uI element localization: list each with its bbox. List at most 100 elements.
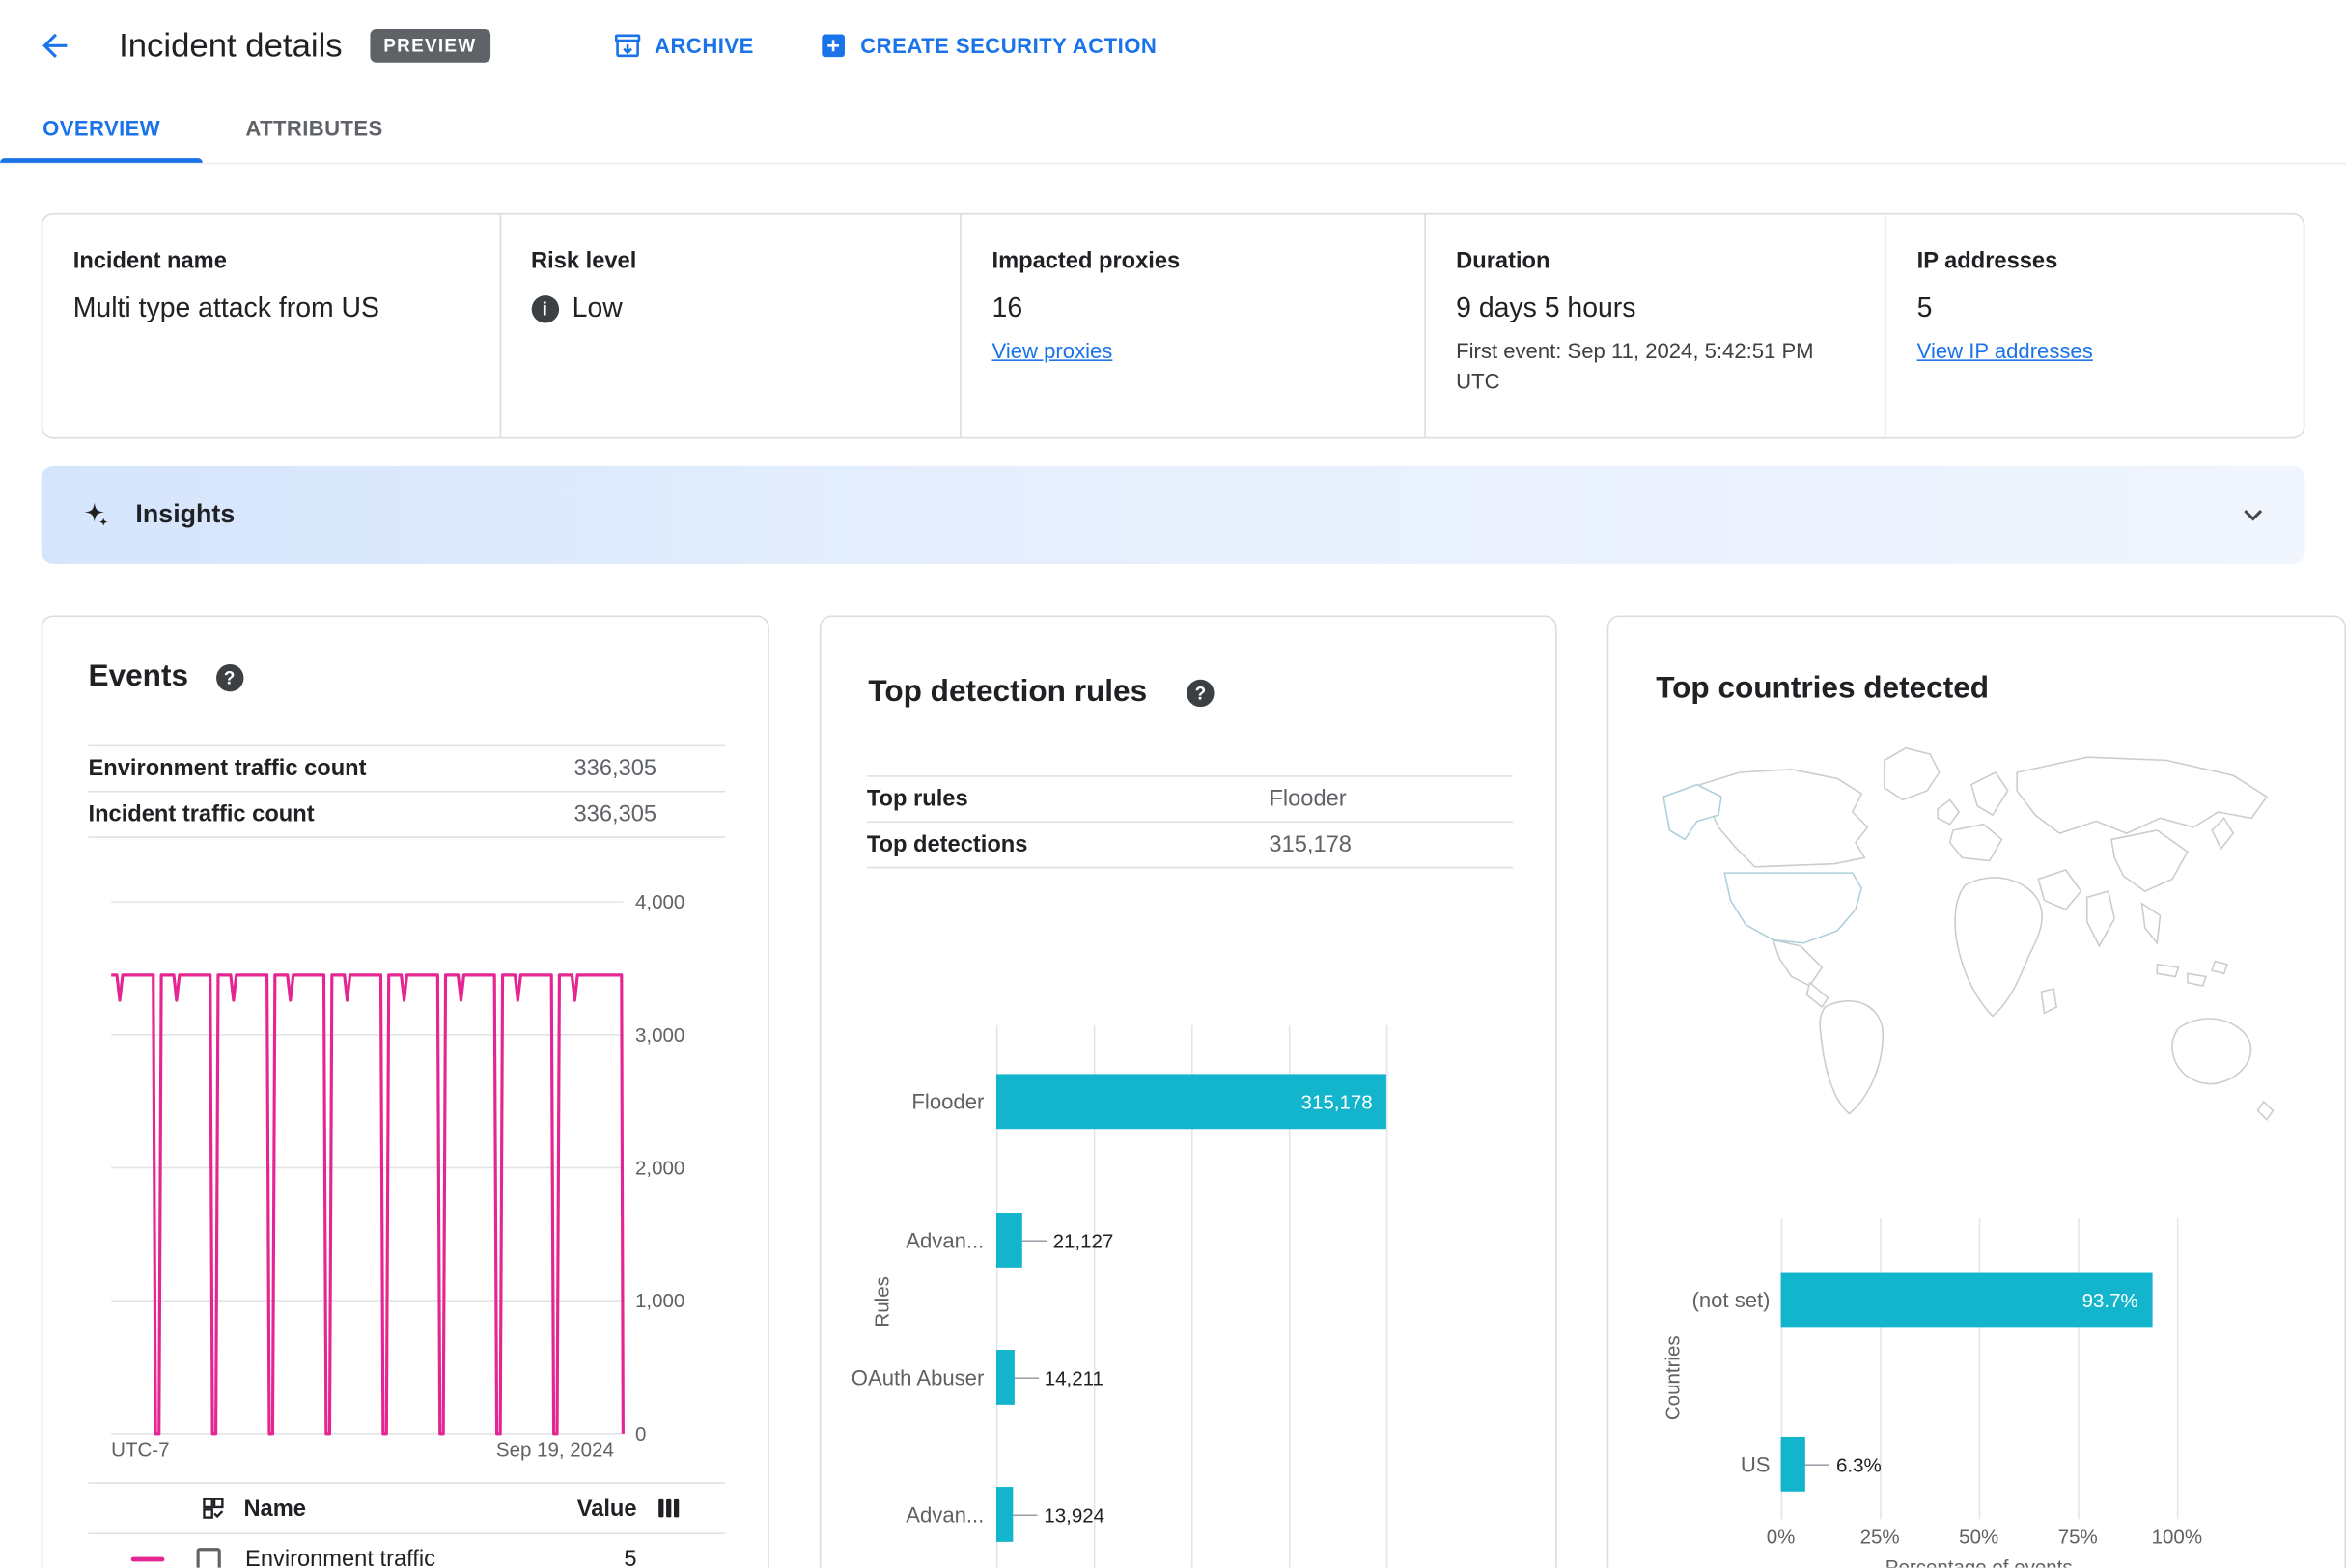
- stat-value: Flooder: [1269, 786, 1347, 813]
- help-icon[interactable]: ?: [1187, 678, 1215, 707]
- archive-button-label: ARCHIVE: [655, 33, 754, 58]
- tab-bar: OVERVIEW ATTRIBUTES: [0, 91, 2346, 165]
- legend-row: Environment traffic 5: [89, 1547, 726, 1568]
- chart-gridline: [1385, 1024, 1388, 1568]
- info-icon[interactable]: i: [531, 294, 559, 322]
- stat-label: Top rules: [866, 786, 968, 813]
- countries-y-axis-label: Countries: [1661, 1335, 1685, 1421]
- top-countries-card: Top countries detected 0% 25% 50% 75% 10…: [1606, 615, 2346, 1568]
- bar-advan-: [995, 1487, 1014, 1542]
- bar-value-label: 14,211: [1044, 1366, 1103, 1390]
- map-region-alaska: [1662, 783, 1722, 841]
- chart-gridline: [2176, 1218, 2179, 1520]
- value-connector-line: [1014, 1377, 1039, 1380]
- add-box-icon: [822, 34, 845, 58]
- bar-value-label: 93.7%: [2081, 1288, 2138, 1312]
- tab-attributes[interactable]: ATTRIBUTES: [203, 92, 426, 163]
- x-tick-label: 25%: [1859, 1525, 1900, 1549]
- insights-label: Insights: [135, 499, 236, 529]
- events-y-tick-label: 2,000: [635, 1158, 684, 1180]
- stat-value: 315,178: [1269, 831, 1352, 858]
- stat-row: Top rules Flooder: [866, 777, 1513, 824]
- events-line-chart: 0 1,000 2,000 3,000 4,000 UTC-7 Sep 19, 2024: [111, 891, 684, 1461]
- field-value: Multi type attack from US: [72, 292, 380, 323]
- events-y-tick-label: 1,000: [635, 1290, 684, 1312]
- incident-summary-card: Incident name Multi type attack from US …: [41, 212, 2305, 439]
- events-card-title: Events: [88, 659, 189, 693]
- rules-card-title: Top detection rules: [868, 675, 1148, 709]
- series-checkbox[interactable]: [196, 1547, 221, 1568]
- top-detection-rules-card: Top detection rules ? Top rules Flooder …: [819, 615, 1557, 1568]
- bar-us: [1780, 1436, 1806, 1492]
- events-x-axis-left-label: UTC-7: [111, 1439, 169, 1461]
- view-proxies-link[interactable]: View proxies: [992, 338, 1113, 362]
- value-connector-line: [1013, 1514, 1039, 1517]
- field-value: 9 days 5 hours: [1456, 292, 1636, 323]
- field-value: Low: [572, 292, 623, 323]
- x-tick-label: 0%: [1766, 1525, 1796, 1549]
- stat-row: Environment traffic count 336,305: [88, 746, 726, 793]
- summary-ip-addresses: IP addresses 5 View IP addresses: [1885, 214, 2303, 437]
- series-value: 5: [624, 1546, 637, 1568]
- preview-badge: PREVIEW: [370, 28, 490, 63]
- insights-expander[interactable]: Insights: [41, 465, 2305, 564]
- bar-category-label: Advan...: [906, 1501, 985, 1526]
- field-label: Impacted proxies: [991, 248, 1181, 275]
- x-tick-label: 100%: [2151, 1525, 2203, 1549]
- series-name: Environment traffic: [245, 1546, 435, 1568]
- bar-value-label: 315,178: [1300, 1090, 1373, 1114]
- incident-details-page: Incident details PREVIEW ARCHIVE CREATE …: [0, 0, 2346, 1568]
- legend-name-header: Name: [243, 1495, 306, 1522]
- series-color-swatch: [130, 1556, 165, 1562]
- stat-row: Top detections 315,178: [866, 823, 1513, 869]
- archive-button[interactable]: ARCHIVE: [612, 31, 754, 62]
- stat-label: Environment traffic count: [88, 755, 367, 782]
- events-stats-table: Environment traffic count 336,305 Incide…: [88, 744, 726, 838]
- stat-label: Top detections: [866, 831, 1028, 858]
- value-connector-line: [1805, 1464, 1830, 1466]
- tab-overview[interactable]: OVERVIEW: [0, 92, 204, 163]
- stat-value: 336,305: [573, 800, 657, 827]
- bar-category-label: Advan...: [906, 1227, 985, 1252]
- chart-gridline: [1978, 1218, 1981, 1520]
- page-title: Incident details: [119, 25, 343, 65]
- summary-risk-level: Risk level i Low: [498, 214, 960, 437]
- rules-y-axis-label: Rules: [870, 1276, 894, 1328]
- bar-value-label: 21,127: [1052, 1229, 1114, 1253]
- events-series-line: [111, 973, 625, 1436]
- help-icon[interactable]: ?: [215, 663, 243, 691]
- bar-value-label: 13,924: [1044, 1503, 1105, 1527]
- events-y-tick-label: 3,000: [635, 1024, 684, 1047]
- summary-impacted-proxies: Impacted proxies 16 View proxies: [960, 214, 1424, 437]
- legend-grid-icon[interactable]: [200, 1495, 227, 1522]
- chevron-down-icon[interactable]: [2235, 496, 2272, 533]
- column-filter-icon[interactable]: [654, 1493, 684, 1524]
- field-label: Incident name: [72, 248, 227, 275]
- back-button[interactable]: [31, 21, 79, 70]
- field-value: 5: [1916, 292, 1933, 323]
- view-ip-addresses-link[interactable]: View IP addresses: [1917, 338, 2093, 362]
- events-card: Events ? Environment traffic count 336,3…: [41, 615, 769, 1568]
- map-region-us: [1723, 872, 1863, 944]
- events-y-tick-label: 0: [635, 1423, 646, 1445]
- field-label: Duration: [1456, 248, 1550, 275]
- bar-value-label: 6.3%: [1835, 1453, 1882, 1477]
- bar-oauth-abuser: [995, 1350, 1015, 1405]
- chart-gridline: [2078, 1218, 2080, 1520]
- create-security-action-button[interactable]: CREATE SECURITY ACTION: [818, 31, 1157, 62]
- summary-duration: Duration 9 days 5 hours First event: Sep…: [1424, 214, 1885, 437]
- bar-category-label: OAuth Abuser: [851, 1364, 985, 1389]
- events-x-axis-right-label: Sep 19, 2024: [496, 1439, 614, 1461]
- countries-bar-chart: 0% 25% 50% 75% 100% (not set) 93.7% US 6.3% Perce…: [1608, 1218, 2344, 1568]
- bar-category-label: US: [1740, 1450, 1771, 1476]
- sparkle-icon: [84, 502, 108, 526]
- rules-bar-chart: Flooder 315,178 Advan... 21,127 OAuth Abuser…: [821, 1013, 1555, 1568]
- header-bar: Incident details PREVIEW ARCHIVE CREATE …: [0, 0, 2346, 92]
- stat-value: 336,305: [573, 755, 657, 782]
- legend-value-header: Value: [576, 1495, 637, 1522]
- value-connector-line: [1022, 1240, 1047, 1243]
- x-tick-label: 50%: [1959, 1525, 1999, 1549]
- summary-incident-name: Incident name Multi type attack from US: [42, 214, 499, 436]
- events-y-tick-label: 4,000: [635, 891, 684, 913]
- tab-overview-label: OVERVIEW: [42, 115, 161, 140]
